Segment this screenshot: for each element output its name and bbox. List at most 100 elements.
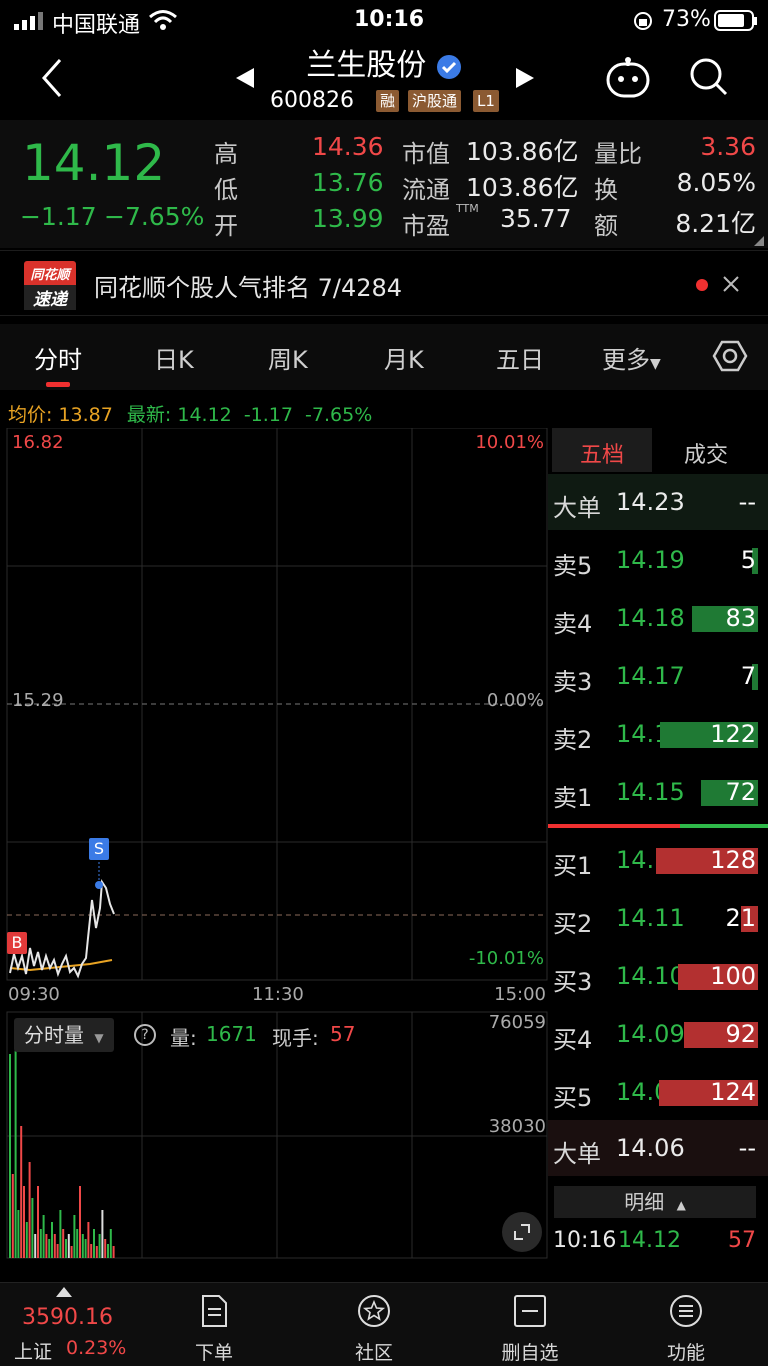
latest-change: -1.17: [243, 404, 293, 426]
index-ticker[interactable]: 3590.16 上证 0.23%: [0, 1283, 130, 1366]
nav-order-label: 下单: [194, 1342, 233, 1364]
pct-axis-bottom: -10.01%: [468, 948, 544, 969]
level-price: 14.15: [616, 778, 685, 806]
volratio-label: 量比: [594, 140, 642, 168]
ask-row[interactable]: 卖1 14.15 72: [548, 764, 768, 820]
intraday-chart[interactable]: 均价: 13.87 最新: 14.12 -1.17 -7.65% S B 16.…: [0, 392, 548, 1262]
volume-value: 1671: [206, 1022, 257, 1046]
float-value: 103.86亿: [466, 173, 579, 202]
ask-row[interactable]: 卖4 14.18 83: [548, 590, 768, 646]
next-stock-icon[interactable]: [514, 66, 536, 90]
volume-type-label: 分时量: [24, 1023, 84, 1047]
bid-row[interactable]: 买4 14.09 92: [548, 1006, 768, 1062]
ths-logo-top: 同花顺: [30, 268, 70, 283]
nav-remove-watchlist[interactable]: 删自选: [480, 1293, 580, 1365]
signal-icon: [14, 12, 43, 30]
order-document-icon: [202, 1295, 227, 1327]
active-tab-indicator: [46, 382, 70, 387]
buy-marker[interactable]: B: [7, 932, 27, 954]
ask-row[interactable]: 卖3 14.17 7: [548, 648, 768, 704]
big-buy-price: 14.06: [616, 1134, 685, 1162]
spread-divider: [548, 824, 768, 828]
nav-functions[interactable]: 功能: [636, 1293, 736, 1365]
open-label: 开: [214, 212, 238, 240]
volume-bar: [59, 1210, 62, 1258]
level-label: 卖1: [553, 784, 593, 812]
help-icon[interactable]: ?: [134, 1024, 156, 1046]
turnover-label: 换: [594, 176, 618, 204]
volume-type-dropdown[interactable]: 分时量 ▼: [14, 1018, 114, 1052]
expand-corner-icon[interactable]: [754, 236, 764, 246]
nav-community-label: 社区: [354, 1342, 393, 1364]
volume-bar: [11, 1174, 14, 1258]
float-label: 流通: [402, 176, 450, 204]
volume-bar: [90, 1244, 93, 1258]
level-price: 14.17: [616, 662, 685, 690]
detail-time: 10:16: [553, 1228, 617, 1253]
current-hand-label: 现手:: [272, 1026, 319, 1050]
level-label: 买4: [553, 1026, 593, 1054]
tab-trades[interactable]: 成交: [684, 437, 728, 469]
rotation-lock-icon: [634, 12, 652, 30]
volume-bar: [81, 1234, 84, 1258]
latest-label: 最新:: [126, 404, 172, 426]
tab-weekly-k[interactable]: 周K: [268, 340, 308, 375]
bid-row[interactable]: 买3 14.10 100: [548, 948, 768, 1004]
volume-bar: [67, 1234, 70, 1258]
nav-order[interactable]: 下单: [164, 1293, 264, 1365]
tab-five-levels[interactable]: 五档: [552, 428, 652, 472]
level-price: 14.18: [616, 604, 685, 632]
tab-five-day[interactable]: 五日: [496, 340, 544, 375]
ask-row[interactable]: 卖2 14.16 122: [548, 706, 768, 762]
level-volume: 128: [710, 846, 756, 874]
mktcap-label: 市值: [402, 140, 450, 168]
index-name: 上证: [14, 1341, 53, 1363]
tab-intraday[interactable]: 分时: [34, 340, 82, 375]
bid-row[interactable]: 买1 14.12 128: [548, 832, 768, 888]
tab-daily-k[interactable]: 日K: [154, 340, 194, 375]
volume-bar: [48, 1239, 51, 1258]
bid-row[interactable]: 买5 14.08 124: [548, 1064, 768, 1120]
battery-icon: [714, 10, 757, 31]
level-volume: 72: [725, 778, 756, 806]
pe-value: 35.77: [500, 204, 572, 233]
volume-bar: [87, 1222, 90, 1258]
nav-community[interactable]: 社区: [324, 1293, 424, 1365]
bid-row[interactable]: 买2 14.11 21: [548, 890, 768, 946]
volume-bar: [95, 1246, 98, 1258]
level-label: 卖3: [553, 668, 593, 696]
news-banner[interactable]: 同花顺 速递 同花顺个股人气排名 7/4284: [0, 250, 768, 316]
stock-code: 600826: [270, 88, 354, 113]
open-value: 13.99: [312, 204, 384, 233]
pct-axis-mid: 0.00%: [486, 690, 544, 711]
margin-tag: 融: [376, 90, 400, 112]
price-axis-top: 16.82: [12, 432, 64, 453]
chart-svg: [6, 428, 548, 1259]
robot-assistant-icon[interactable]: [604, 54, 652, 100]
tab-more[interactable]: 更多▼: [602, 340, 661, 375]
close-icon[interactable]: [722, 275, 740, 293]
sell-marker[interactable]: S: [89, 838, 109, 860]
level-price: 14.10: [616, 962, 685, 990]
level-price: 14.09: [616, 1020, 685, 1048]
settings-icon[interactable]: [712, 338, 748, 374]
level-label: 买3: [553, 968, 593, 996]
pe-ttm-sup: TTM: [456, 202, 479, 215]
fullscreen-button[interactable]: [502, 1212, 542, 1252]
low-label: 低: [214, 176, 238, 204]
level-price: 14.19: [616, 546, 685, 574]
big-buy-label: 大单: [553, 1140, 601, 1168]
detail-label: 明细: [624, 1190, 665, 1214]
level-volume: 21: [725, 904, 756, 932]
level-label: 买1: [553, 852, 593, 880]
clock: 10:16: [354, 7, 425, 32]
latest-pct: -7.65%: [305, 404, 373, 426]
volume-bar: [17, 1210, 20, 1258]
price-change: −1.17: [20, 202, 97, 231]
tab-monthly-k[interactable]: 月K: [384, 340, 424, 375]
ask-row[interactable]: 卖5 14.19 5: [548, 532, 768, 588]
detail-toggle[interactable]: 明细 ▲: [554, 1186, 756, 1218]
search-icon[interactable]: [688, 56, 730, 98]
volume-bar: [104, 1239, 107, 1258]
latest-value: 14.12: [177, 404, 232, 426]
